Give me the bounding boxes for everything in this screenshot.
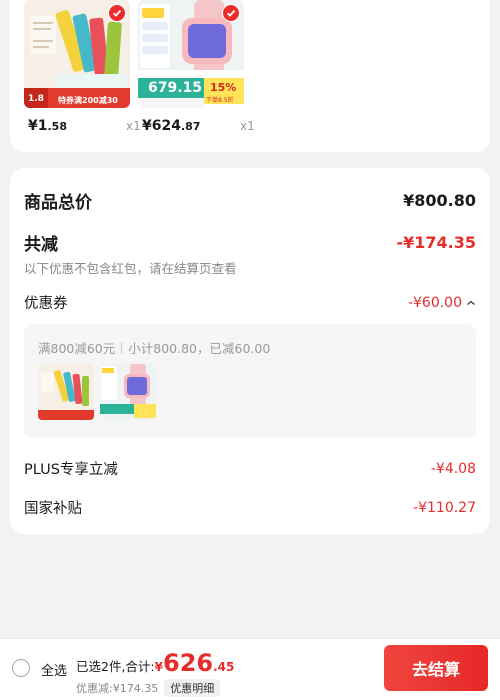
- subsidy-value: -¥110.27: [413, 499, 476, 516]
- selection-summary: 已选2件,合计:¥626.45: [76, 649, 234, 677]
- total-reduction-value: -¥174.35: [396, 233, 476, 252]
- product-price: ¥1.58: [28, 118, 67, 134]
- product-card: 1.8 特券满200减30 ¥1.58 x1 679.15 15% 下单8.5折…: [10, 0, 490, 152]
- price-tag: 679.15: [148, 80, 203, 96]
- price-main: ¥624: [142, 118, 181, 134]
- coupon-toggle[interactable]: -¥60.00: [408, 295, 476, 311]
- total-reduction-label: 共减: [24, 235, 58, 255]
- price-main: ¥1: [28, 118, 48, 134]
- goods-total-value: ¥800.80: [403, 191, 476, 210]
- product-quantity: x1: [126, 119, 141, 133]
- reduction-note: 以下优惠不包含红包，请在结算页查看: [24, 261, 237, 276]
- coupon-product-thumb: [100, 364, 156, 420]
- percent-badge: 15%: [210, 81, 237, 94]
- coupon-detail: 小计800.80，已减60.00: [128, 341, 271, 356]
- total-currency: ¥: [154, 660, 163, 674]
- coupon-value: -¥60.00: [407, 294, 462, 311]
- mini-price: 1.8: [28, 94, 44, 104]
- coupon-detail-box: 满800减60元 小计800.80，已减60.00: [24, 324, 476, 438]
- total-cents: .45: [213, 660, 235, 674]
- coupon-label: 优惠券: [24, 296, 68, 312]
- product-thumbnail[interactable]: 1.8 特券满200减30: [24, 0, 130, 108]
- selected-count-text: 已选2件,合计:: [76, 659, 155, 674]
- price-summary-card: 商品总价 ¥800.80 共减 -¥174.35 以下优惠不包含红包，请在结算页…: [10, 168, 490, 534]
- checkout-button[interactable]: 去结算: [384, 645, 488, 691]
- reduction-note-row: 以下优惠不包含红包，请在结算页查看: [24, 258, 476, 277]
- price-cents: .58: [47, 120, 67, 133]
- price-cents: .87: [180, 120, 201, 133]
- total-amount: ¥626.45: [154, 649, 235, 677]
- goods-total-label: 商品总价: [24, 193, 92, 213]
- smartwatch-image: [100, 364, 156, 420]
- plus-label: PLUS专享立减: [24, 462, 118, 478]
- discount-summary: 优惠减:¥174.35 优惠明细: [76, 679, 221, 697]
- product-thumbnail[interactable]: 679.15 15% 下单8.5折: [138, 0, 244, 108]
- selected-check-icon[interactable]: [222, 4, 240, 22]
- checkout-bar: 全选 已选2件,合计:¥626.45 优惠减:¥174.35 优惠明细 去结算: [0, 638, 500, 700]
- divider: [121, 342, 123, 354]
- plus-discount-row: PLUS专享立减 -¥4.08: [24, 458, 476, 479]
- promo-badge: 特券满200减30: [58, 96, 118, 105]
- select-all-label[interactable]: 全选: [41, 660, 67, 679]
- discount-detail-button[interactable]: 优惠明细: [164, 679, 221, 697]
- select-all-radio[interactable]: [12, 659, 30, 677]
- plus-value: -¥4.08: [430, 460, 476, 477]
- selected-check-icon[interactable]: [108, 4, 126, 22]
- coupon-product-thumb: [38, 364, 94, 420]
- chevron-up-icon: [467, 300, 475, 305]
- discount-text: 优惠减:¥174.35: [76, 682, 159, 695]
- coupon-row[interactable]: 优惠券 -¥60.00: [24, 292, 476, 313]
- coupon-rule-line: 满800减60元 小计800.80，已减60.00: [38, 338, 270, 357]
- total-main: 626: [163, 649, 214, 677]
- toothpaste-image: [38, 364, 94, 420]
- coupon-rule: 满800减60元: [38, 341, 116, 356]
- total-reduction-row: 共减 -¥174.35: [24, 230, 476, 255]
- discount-tag: 下单8.5折: [206, 97, 234, 104]
- product-price: ¥624.87: [142, 118, 200, 134]
- subsidy-label: 国家补贴: [24, 501, 82, 517]
- goods-total-row: 商品总价 ¥800.80: [24, 188, 476, 213]
- subsidy-row: 国家补贴 -¥110.27: [24, 497, 476, 518]
- product-quantity: x1: [240, 119, 255, 133]
